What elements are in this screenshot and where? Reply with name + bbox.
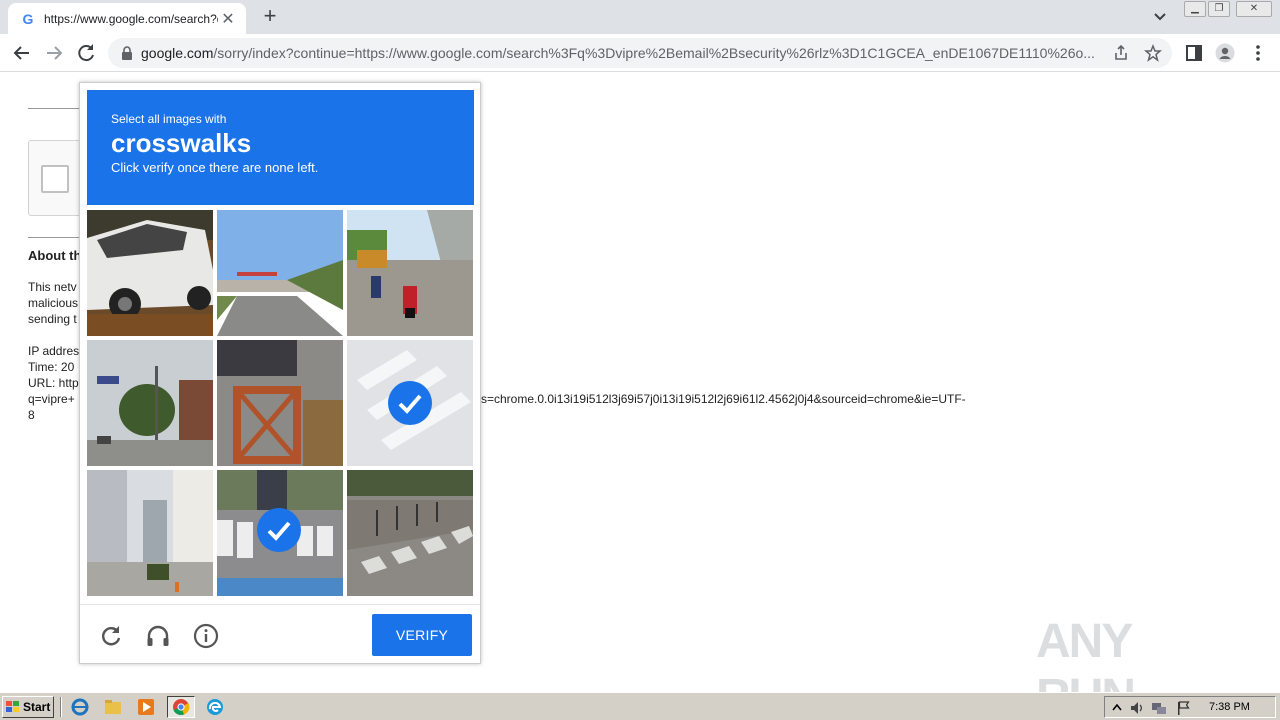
selected-check-icon: [257, 508, 301, 552]
taskbar-separator: [60, 697, 62, 717]
verify-button[interactable]: VERIFY: [372, 614, 472, 656]
network-icon[interactable]: [1151, 700, 1167, 716]
url-host: google.com: [141, 45, 214, 61]
action-center-flag-icon[interactable]: [1175, 700, 1191, 716]
wooden-structure-image: [217, 340, 343, 466]
bookmark-star-icon[interactable]: [1144, 44, 1162, 62]
close-window-button[interactable]: ✕: [1236, 1, 1272, 17]
volume-icon[interactable]: [1129, 700, 1145, 716]
ip-address-line: IP addres: [28, 344, 80, 358]
reload-icon[interactable]: [74, 41, 98, 65]
restore-button[interactable]: ❐: [1208, 1, 1230, 17]
file-explorer-icon[interactable]: [101, 696, 125, 718]
reload-challenge-icon[interactable]: [98, 623, 124, 649]
building-alley-image: [87, 470, 213, 596]
lock-icon[interactable]: [120, 46, 134, 60]
overpass-image: [217, 210, 343, 336]
browser-tab[interactable]: G https://www.google.com/search?q= ✕: [8, 3, 246, 34]
body-line: This netv: [28, 280, 77, 294]
tab-search-chevron-icon[interactable]: [1150, 8, 1170, 26]
image-tile[interactable]: [217, 210, 343, 336]
address-bar[interactable]: google.com/sorry/index?continue=https://…: [108, 38, 1172, 68]
car-image: [87, 210, 213, 336]
image-tile[interactable]: [217, 340, 343, 466]
body-line: sending t: [28, 312, 77, 326]
time-line: Time: 20: [28, 360, 75, 374]
url-path: /sorry/index?continue=https://www.google…: [213, 45, 1095, 61]
challenge-header: Select all images with crosswalks Click …: [87, 90, 474, 205]
back-arrow-icon[interactable]: [10, 41, 34, 65]
recaptcha-checkbox[interactable]: [41, 165, 69, 193]
chrome-icon[interactable]: [167, 696, 195, 718]
challenge-target: crosswalks: [111, 128, 252, 158]
url-line: URL: http: [28, 376, 79, 390]
query-line: q=vipre+: [28, 392, 75, 406]
internet-explorer-icon[interactable]: [68, 696, 92, 718]
image-tile-selected[interactable]: [217, 470, 343, 596]
challenge-hint: Click verify once there are none left.: [111, 160, 319, 175]
body-line: malicious: [28, 296, 79, 310]
side-panel-icon[interactable]: [1184, 43, 1204, 63]
profile-avatar-icon[interactable]: [1215, 43, 1235, 63]
query-tail: s=chrome.0.0i13i19i512l3j69i57j0i13i19i5…: [481, 392, 966, 406]
tab-title: https://www.google.com/search?q=: [44, 11, 218, 26]
divider: [28, 237, 80, 238]
start-label: Start: [23, 700, 51, 714]
menu-kebab-icon[interactable]: [1248, 43, 1268, 63]
windows-logo-icon: [6, 701, 19, 712]
windows-taskbar: Start 7:38 PM: [0, 692, 1280, 720]
image-tile[interactable]: [87, 340, 213, 466]
motorbike-street-image: [347, 210, 473, 336]
forward-arrow-icon[interactable]: [42, 41, 66, 65]
browser-toolbar: google.com/sorry/index?continue=https://…: [0, 34, 1280, 72]
taskbar-clock[interactable]: 7:38 PM: [1209, 701, 1250, 713]
image-tile[interactable]: [347, 470, 473, 596]
challenge-subtitle: Select all images with: [111, 112, 227, 126]
tray-expand-icon[interactable]: [1109, 700, 1125, 716]
image-tile[interactable]: [87, 470, 213, 596]
edge-icon[interactable]: [203, 696, 227, 718]
url-text[interactable]: google.com/sorry/index?continue=https://…: [141, 45, 1109, 61]
image-tile-selected[interactable]: [347, 340, 473, 466]
selected-check-icon: [388, 381, 432, 425]
challenge-footer: VERIFY: [80, 604, 480, 663]
tab-close-icon[interactable]: ✕: [220, 9, 236, 29]
share-icon[interactable]: [1112, 44, 1130, 62]
new-tab-button[interactable]: +: [258, 5, 282, 29]
screen: G https://www.google.com/search?q= ✕ + ▁…: [0, 0, 1280, 720]
tab-strip: G https://www.google.com/search?q= ✕ + ▁…: [0, 0, 1280, 34]
info-icon[interactable]: [193, 623, 219, 649]
divider: [28, 108, 80, 109]
minimize-button[interactable]: ▁: [1184, 1, 1206, 17]
system-tray: 7:38 PM: [1104, 696, 1276, 718]
anyrun-watermark: ANY RUN: [1036, 606, 1236, 720]
google-g-icon: G: [22, 10, 34, 27]
image-tile[interactable]: [87, 210, 213, 336]
media-player-icon[interactable]: [134, 696, 158, 718]
about-heading: About th: [28, 248, 82, 263]
audio-challenge-headphones-icon[interactable]: [145, 623, 171, 649]
recaptcha-challenge: Select all images with crosswalks Click …: [79, 82, 481, 664]
street-corner-image: [87, 340, 213, 466]
start-button[interactable]: Start: [2, 696, 54, 718]
image-grid: [87, 210, 475, 598]
street-crosswalk-image: [347, 470, 473, 596]
query-end: 8: [28, 408, 35, 422]
image-tile[interactable]: [347, 210, 473, 336]
